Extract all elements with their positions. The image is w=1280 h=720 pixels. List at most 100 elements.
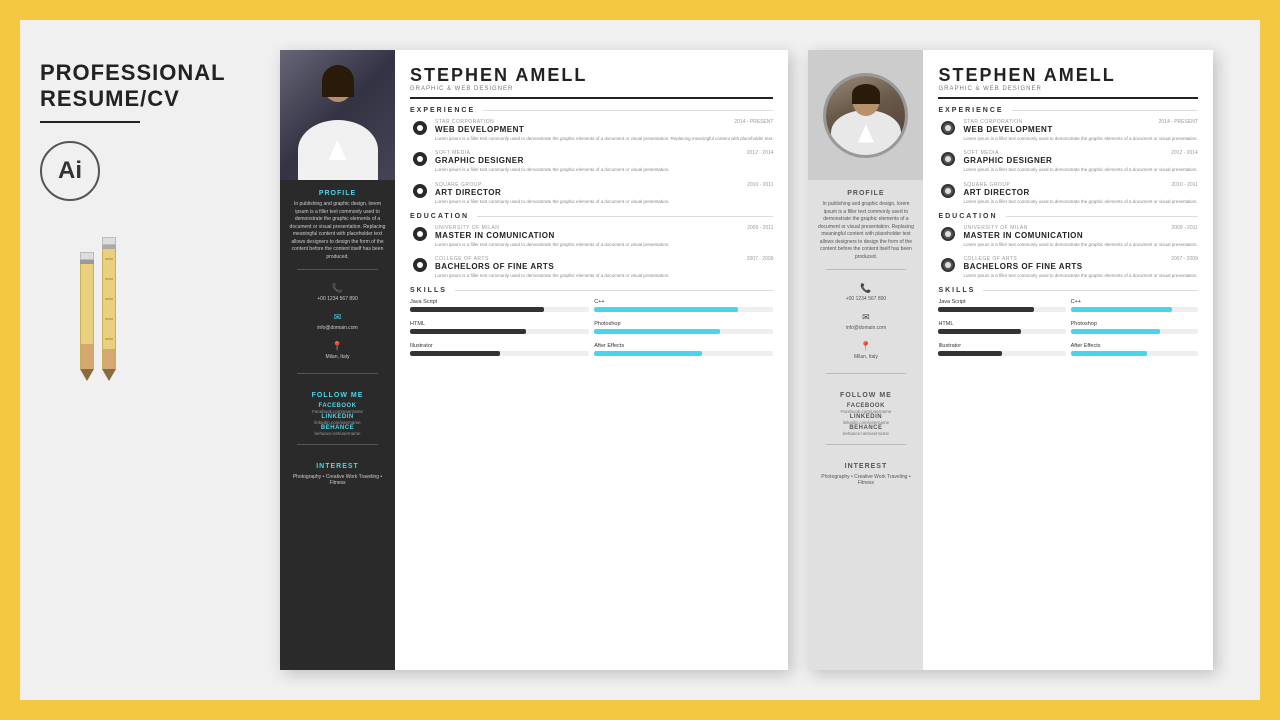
skill-name: Photoshop [1071,321,1198,327]
skill-item: After Effects [1071,343,1198,356]
skill-bar-fill [938,329,1021,334]
resume-card-2: PROFILE In publishing and graphic design… [808,50,1212,670]
branding-area: PROFESSIONAL RESUME/CV Ai [40,50,260,401]
brand-divider [40,121,140,123]
resume-1-edu-header: EDUCATION [410,213,773,220]
pencil-1 [80,252,94,381]
ai-text: Ai [58,157,82,185]
brand-title: PROFESSIONAL RESUME/CV [40,60,226,113]
resume-2-sidebar: PROFILE In publishing and graphic design… [808,50,923,670]
resumes-area: PROFILE In publishing and graphic design… [280,50,1230,670]
exp-2-item-2: SOFT MEDIA 2012 - 2014 GRAPHIC DESIGNER … [938,150,1197,173]
exp-2-1-desc: Lorem ipsum is a filler text commonly us… [963,136,1197,142]
edu-2-item-2: COLLEGE OF ARTS 2007 - 2009 BACHELORS OF… [938,256,1197,279]
resume-1-photo [280,50,395,180]
resume-2-edu-header: EDUCATION [938,213,1197,220]
resume-2-skills-label: SKILLS [938,287,975,294]
sidebar-2-divider-1 [826,269,907,270]
skill-item: Photoshop [1071,321,1198,334]
skill-bar-bg [594,307,773,312]
sidebar-1-divider-2 [297,373,378,374]
sidebar-1-divider-3 [297,444,378,445]
dot-edu-1 [413,227,427,241]
sidebar-1-behance-val: behance.net/username [314,431,360,436]
sidebar-1-divider-1 [297,269,378,270]
resume-2-title: GRAPHIC & WEB DESIGNER [938,86,1197,92]
sidebar-1-email-text: info@domain.com [317,325,357,331]
edu-2-desc: Lorem ipsum is a filler text commonly us… [435,273,773,279]
section-line-2 [1012,110,1198,111]
exp-2-role: GRAPHIC DESIGNER [435,156,773,165]
timeline-2-2 [938,150,958,173]
exp-2-1-role: WEB DEVELOPMENT [963,125,1197,134]
dot-1 [413,121,427,135]
exp-2-1-content: STAR CORPORATION 2014 - PRESENT WEB DEVE… [958,119,1197,142]
skill-item: Illustrator [938,343,1065,356]
resume-1-photo-container [280,50,395,180]
dot-edu-2-2 [941,258,955,272]
edu-2-2-desc: Lorem ipsum is a filler text commonly us… [963,273,1197,279]
exp-2-content: SOFT MEDIA 2012 - 2014 GRAPHIC DESIGNER … [430,150,773,173]
skill-bar-fill [410,329,526,334]
location-icon: 📍 [332,341,343,352]
edu-2-1-role: MASTER IN COMUNICATION [963,231,1197,240]
email-icon: ✉ [334,312,342,323]
exp-2-item-1: STAR CORPORATION 2014 - PRESENT WEB DEVE… [938,119,1197,142]
resume-1-exp-label: EXPERIENCE [410,107,475,114]
exp-3-content: SQUARE GROUP 2010 - 2011 ART DIRECTOR Lo… [430,182,773,205]
skill-bar-bg [594,329,773,334]
sidebar-1-profile-title: PROFILE [319,190,356,197]
resume-1-edu-label: EDUCATION [410,213,469,220]
skill-bar-bg [410,307,589,312]
edu-2-1-desc: Lorem ipsum is a filler text commonly us… [963,242,1197,248]
skill-bar-bg [594,351,773,356]
sidebar-1-location: 📍 Milan, Italy [326,341,350,360]
sidebar-2-location: 📍 Milan, Italy [854,341,878,360]
edu-1-content: UNIVERSITY OF MILAN 2009 - 2011 MASTER I… [430,225,773,248]
resume-2-exp-header: EXPERIENCE [938,107,1197,114]
skill-bar-bg [938,307,1065,312]
dot-edu-2-1 [941,227,955,241]
exp-2-2-desc: Lorem ipsum is a filler text commonly us… [963,167,1197,173]
timeline-edu-2-2 [938,256,958,279]
exp-2-date: 2012 - 2014 [747,150,774,156]
timeline-1 [410,119,430,142]
skill-bar-fill [594,307,737,312]
pencils-decoration [80,237,116,381]
resume-2-exp-label: EXPERIENCE [938,107,1003,114]
exp-1-role: WEB DEVELOPMENT [435,125,773,134]
edu-2-role: BACHELORS OF FINE ARTS [435,262,773,271]
edu-2-1-company: UNIVERSITY OF MILAN [963,225,1027,231]
exp-2-2-date: 2012 - 2014 [1171,150,1198,156]
dot-2-3 [941,184,955,198]
skill-bar-fill [410,351,500,356]
skill-item: C++ [594,299,773,312]
skill-name: Photoshop [594,321,773,327]
sidebar-2-profile-text: In publishing and graphic design, lorem … [808,201,923,261]
sidebar-2-phone-text: +00 1234 567 890 [846,296,886,302]
sidebar-2-interest-title: INTEREST [845,463,888,470]
sidebar-2-phone: 📞 +00 1234 567 890 [846,283,886,302]
exp-item-2: SOFT MEDIA 2012 - 2014 GRAPHIC DESIGNER … [410,150,773,173]
exp-3-role: ART DIRECTOR [435,188,773,197]
timeline-edu-2 [410,256,430,279]
skill-item: HTML [938,321,1065,334]
resume-1-exp-header: EXPERIENCE [410,107,773,114]
timeline-2-3 [938,182,958,205]
skill-bar-fill [938,307,1033,312]
skill-item: C++ [1071,299,1198,312]
section-line-skills [455,290,774,291]
skill-name: HTML [938,321,1065,327]
exp-2-2-role: GRAPHIC DESIGNER [963,156,1197,165]
skill-bar-fill [410,307,544,312]
skill-item: After Effects [594,343,773,356]
skill-bar-bg [1071,329,1198,334]
skill-bar-fill [1071,351,1147,356]
dot-edu-2 [413,258,427,272]
resume-2-name: STEPHEN AMELL [938,65,1197,86]
phone-icon-2: 📞 [860,283,871,294]
skill-bar-fill [1071,307,1173,312]
sidebar-1-profile-text: In publishing and graphic design, lorem … [280,201,395,261]
exp-1-date: 2014 - PRESENT [734,119,773,125]
exp-2-3-role: ART DIRECTOR [963,188,1197,197]
